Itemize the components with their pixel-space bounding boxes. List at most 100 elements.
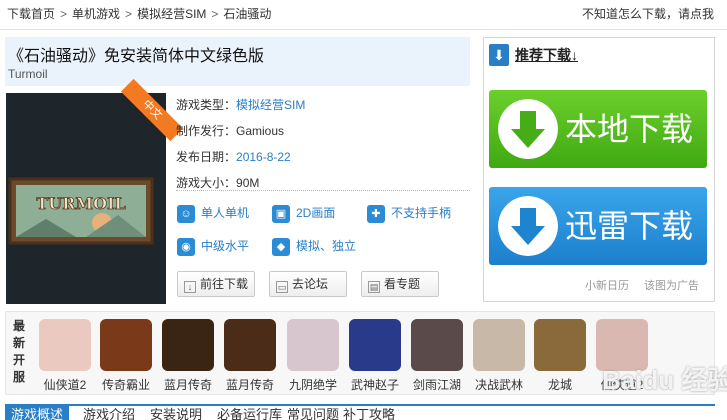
info-value-link[interactable]: 2016-8-22 [236,150,291,164]
info-type: 游戏类型：模拟经营SIM [176,92,305,118]
breadcrumb-separator: > [60,7,68,21]
game-item[interactable]: 蓝月传奇 [161,319,215,393]
info-label: 发布日期： [176,150,237,164]
feature-label: 模拟、独立 [296,239,357,253]
game-thumbnail [100,319,152,371]
breadcrumb-separator: > [211,7,219,21]
tab-patches[interactable]: 补丁攻略 [343,406,395,420]
game-item[interactable]: 龙城 [533,319,587,393]
gamepad-icon: ✚ [367,204,385,223]
new-servers-label: 最新开服 [13,319,26,384]
ad-link[interactable]: 小新日历 [585,277,629,293]
forum-button[interactable]: ▭ 去论坛 [269,271,347,297]
game-name: 仙侠道2 [43,378,87,392]
feature-difficulty[interactable]: ◉ 中级水平 [177,236,249,256]
recommend-label: 推荐下载↓ [515,47,578,63]
feature-label: 2D画面 [296,206,336,220]
game-name: 龙城 [547,378,572,392]
tag-icon: ◆ [272,237,290,256]
feature-genre[interactable]: ◆ 模拟、独立 [272,236,356,256]
game-name: 传奇霸业 [101,378,150,392]
feature-gamepad[interactable]: ✚ 不支持手柄 [367,203,451,223]
page: 下载首页 > 单机游戏 > 模拟经营SIM > 石油骚动 不知道怎么下载，请点我 《石油骚动… [0,0,727,420]
feature-label: 单人单机 [201,206,250,220]
game-item[interactable]: 九阴绝学 [286,319,340,393]
game-item[interactable]: 仙侠道2 [38,319,92,393]
down-arrow-icon: ⬇ [489,44,509,66]
game-item[interactable]: 剑雨江湖 [410,319,464,393]
info-label: 制作发行： [176,124,237,138]
game-item[interactable]: 传奇霸业 [99,319,153,393]
forum-icon: ▭ [276,281,288,293]
tab-intro[interactable]: 游戏介绍 [83,406,135,420]
download-arrow-icon: ↓ [184,281,196,293]
tab-runtime[interactable]: 必备运行库 [217,406,282,420]
info-release-date: 发布日期：2016-8-22 [176,144,305,170]
breadcrumb-current[interactable]: 石油骚动 [223,0,271,28]
tab-install[interactable]: 安装说明 [150,406,202,420]
game-name: 蓝月传奇 [225,378,274,392]
game-thumbnail [162,319,214,371]
button-label: 去论坛 [292,277,329,291]
ad-notice: 该图为广告 [644,280,699,292]
2d-screen-icon: ▣ [272,204,290,223]
feature-label: 不支持手柄 [391,206,452,220]
game-item[interactable]: 决战武林 [472,319,526,393]
cover-art: TURMOIL [6,93,166,304]
info-publisher: 制作发行：Gamious [176,118,305,144]
info-label: 游戏类型： [176,98,237,112]
breadcrumb-home[interactable]: 下载首页 [7,0,55,28]
game-name: 武神赵子 [350,378,399,392]
info-value: Gamious [236,124,285,138]
cover-logo-text: TURMOIL [36,194,126,213]
download-help-link[interactable]: 不知道怎么下载，请点我 [582,0,714,28]
feature-label: 中级水平 [201,239,250,253]
game-name: 九阴绝学 [288,378,337,392]
breadcrumb: 下载首页 > 单机游戏 > 模拟经营SIM > 石油骚动 [7,0,271,28]
info-value: 90M [236,176,260,190]
person-icon: ☺ [177,204,195,223]
game-cover-image[interactable]: TURMOIL [6,93,166,304]
tab-bar: 游戏概述 游戏介绍 安装说明 必备运行库 常见问题 补丁攻略 [5,404,715,420]
tab-overview[interactable]: 游戏概述 [5,406,70,420]
feature-2d[interactable]: ▣ 2D画面 [272,203,335,223]
button-label: 看专题 [384,277,421,291]
game-item[interactable]: 蓝月传奇 [223,319,277,393]
topic-button[interactable]: ▤ 看专题 [361,271,439,297]
info-divider [176,190,470,191]
game-thumbnail [411,319,463,371]
game-name: 蓝月传奇 [163,378,212,392]
button-label: 本地下载 [565,111,694,147]
download-panel: ⬇ 推荐下载↓ 本地下载 迅雷下载 小新日历 该图为广告 [483,37,715,302]
game-thumbnail [534,319,586,371]
top-bar: 下载首页 > 单机游戏 > 模拟经营SIM > 石油骚动 不知道怎么下载，请点我 [0,0,727,30]
download-arrow-icon [498,196,558,256]
page-subtitle: Turmoil [8,67,48,81]
recommend-download[interactable]: ⬇ 推荐下载↓ [489,44,578,66]
thunder-download-button[interactable]: 迅雷下载 [489,187,707,265]
breadcrumb-sim[interactable]: 模拟经营SIM [137,0,206,28]
info-value-link[interactable]: 模拟经营SIM [236,98,305,112]
info-label: 游戏大小： [176,176,237,190]
button-label: 前往下载 [200,277,249,291]
feature-single-player[interactable]: ☺ 单人单机 [177,203,249,223]
game-thumbnail [349,319,401,371]
breadcrumb-separator: > [125,7,133,21]
watermark: Baidu 经验 [602,365,727,395]
local-download-button[interactable]: 本地下载 [489,90,707,168]
page-title: 《石油骚动》免安装简体中文绿色版 [8,48,265,65]
game-thumbnail [39,319,91,371]
game-thumbnail [287,319,339,371]
goto-download-button[interactable]: ↓ 前往下载 [177,271,255,297]
game-thumbnail [473,319,525,371]
game-name: 剑雨江湖 [412,378,461,392]
eye-icon: ◉ [177,237,195,256]
game-item[interactable]: 武神赵子 [348,319,402,393]
topic-icon: ▤ [368,281,380,293]
breadcrumb-single-games[interactable]: 单机游戏 [72,0,120,28]
button-label: 迅雷下载 [565,208,694,244]
tab-faq[interactable]: 常见问题 [287,406,339,420]
game-name: 决战武林 [474,378,523,392]
game-thumbnail [224,319,276,371]
info-size: 游戏大小：90M [176,170,305,196]
